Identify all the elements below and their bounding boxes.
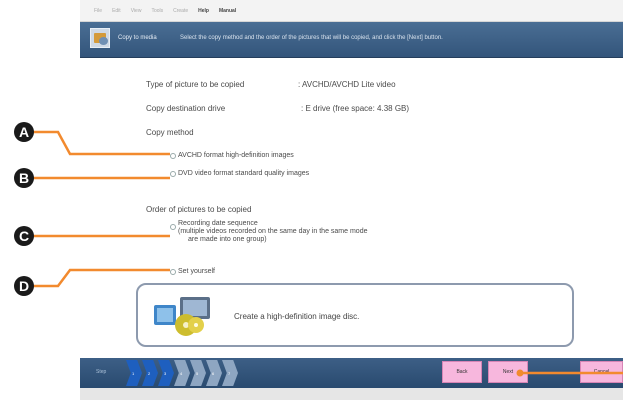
order-label: Order of pictures to be copied	[146, 205, 252, 214]
option-recording-date-line2: (multiple videos recorded on the same da…	[178, 228, 368, 235]
header-title: Copy to media	[118, 35, 157, 41]
destination-value: : E drive (free space: 4.38 GB)	[301, 104, 410, 113]
destination-label: Copy destination drive	[146, 104, 226, 113]
cancel-button[interactable]: Cancel	[580, 361, 623, 383]
callout-b: B	[14, 168, 34, 188]
menu-manual[interactable]: Manual	[219, 8, 236, 14]
step-5-number: 5	[196, 371, 199, 376]
menu-help[interactable]: Help	[198, 8, 209, 14]
radio-recording-date[interactable]	[170, 224, 176, 230]
wizard-footer: Step 1 2 3 4 5 6 7 Back Next Cancel	[80, 358, 623, 388]
wizard-header: Copy to media Select the copy method and…	[80, 22, 623, 58]
menu-file[interactable]: File	[94, 8, 102, 14]
step-2-number: 2	[148, 371, 151, 376]
menu-create[interactable]: Create	[173, 8, 188, 14]
menu-tools[interactable]: Tools	[151, 8, 163, 14]
step-label: Step	[96, 369, 107, 375]
step-4-number: 4	[180, 371, 183, 376]
hd-disc-icon	[154, 297, 210, 336]
option-avchd-label[interactable]: AVCHD format high-definition images	[178, 152, 294, 159]
wizard-content: Type of picture to be copied : AVCHD/AVC…	[80, 58, 623, 358]
menu-view[interactable]: View	[131, 8, 142, 14]
step-6-number: 6	[212, 371, 215, 376]
callout-c: C	[14, 226, 34, 246]
step-7-number: 7	[228, 371, 231, 376]
copy-method-label: Copy method	[146, 128, 194, 137]
menu-edit[interactable]: Edit	[112, 8, 121, 14]
back-button[interactable]: Back	[442, 361, 482, 383]
option-recording-date-line1[interactable]: Recording date sequence	[178, 220, 258, 227]
option-recording-date-line3: are made into one group)	[188, 236, 267, 243]
menu-bar: File Edit View Tools Create Help Manual	[80, 0, 623, 22]
radio-dvd-video[interactable]	[170, 171, 176, 177]
header-instruction: Select the copy method and the order of …	[180, 35, 443, 41]
radio-avchd[interactable]	[170, 153, 176, 159]
callout-a: A	[14, 122, 34, 142]
copy-media-icon	[90, 28, 110, 48]
type-value: : AVCHD/AVCHD Lite video	[298, 80, 396, 89]
window-bottom-edge	[80, 388, 623, 400]
step-3-number: 3	[164, 371, 167, 376]
option-dvd-label[interactable]: DVD video format standard quality images	[178, 170, 309, 177]
info-panel: Create a high-definition image disc.	[136, 283, 574, 347]
callout-d: D	[14, 276, 34, 296]
step-1-number: 1	[132, 371, 135, 376]
type-label: Type of picture to be copied	[146, 80, 245, 89]
copy-to-media-window: File Edit View Tools Create Help Manual …	[80, 0, 623, 400]
info-text: Create a high-definition image disc.	[234, 312, 360, 321]
next-button[interactable]: Next	[488, 361, 528, 383]
radio-set-yourself[interactable]	[170, 269, 176, 275]
option-set-yourself-label[interactable]: Set yourself	[178, 268, 215, 275]
